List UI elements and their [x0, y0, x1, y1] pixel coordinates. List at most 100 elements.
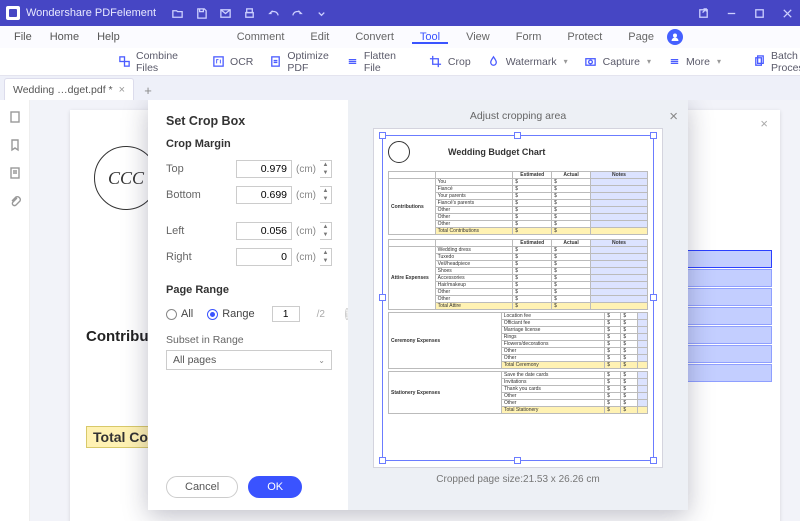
redo-icon[interactable]	[290, 6, 304, 20]
crop-margin-heading: Crop Margin	[166, 138, 332, 150]
tab-view[interactable]: View	[453, 31, 503, 43]
crop-handle[interactable]	[650, 457, 657, 464]
bottom-label: Bottom	[166, 189, 210, 201]
crop-handle[interactable]	[379, 132, 386, 139]
more-icon	[667, 55, 681, 69]
tab-edit[interactable]: Edit	[297, 31, 342, 43]
top-input[interactable]	[236, 160, 292, 178]
chevron-down-icon: ▾	[564, 57, 568, 66]
chevron-down-icon: ⌄	[318, 356, 325, 365]
tab-protect[interactable]: Protect	[554, 31, 615, 43]
range-input[interactable]	[272, 306, 300, 322]
radio-range[interactable]: Range	[207, 308, 254, 320]
minimize-icon[interactable]	[724, 6, 738, 20]
bottom-stepper[interactable]: ▲▼	[320, 186, 332, 204]
unit-label: (cm)	[296, 164, 316, 175]
search-side-icon[interactable]	[8, 166, 22, 180]
tool-combine[interactable]: Combine Files	[118, 50, 179, 74]
tab-comment[interactable]: Comment	[224, 31, 298, 43]
cancel-button[interactable]: Cancel	[166, 476, 238, 498]
titlebar: Wondershare PDFelement	[0, 0, 800, 26]
crop-dialog: Set Crop Box Crop Margin Top (cm) ▲▼ Bot…	[148, 100, 688, 510]
undo-icon[interactable]	[266, 6, 280, 20]
dialog-title: Set Crop Box	[166, 114, 332, 128]
watermark-icon	[487, 55, 501, 69]
thumbnails-icon[interactable]	[8, 110, 22, 124]
radio-all[interactable]: All	[166, 308, 193, 320]
left-label: Left	[166, 225, 210, 237]
tab-close-icon[interactable]: ×	[119, 84, 125, 96]
crop-handle[interactable]	[379, 294, 386, 301]
maximize-icon[interactable]	[752, 6, 766, 20]
right-input[interactable]	[236, 248, 292, 266]
crop-icon	[429, 55, 443, 69]
preview-page: Wedding Budget Chart EstimatedActualNote…	[388, 141, 648, 455]
titlebar-chevron-icon[interactable]	[314, 6, 328, 20]
attachment-icon[interactable]	[8, 194, 22, 208]
avatar[interactable]	[667, 29, 683, 45]
top-stepper[interactable]: ▲▼	[320, 160, 332, 178]
tool-watermark[interactable]: Watermark▾	[487, 55, 568, 69]
tab-form[interactable]: Form	[503, 31, 555, 43]
range-total: /2	[317, 309, 325, 320]
crop-handle[interactable]	[379, 457, 386, 464]
tool-crop[interactable]: Crop	[429, 55, 471, 69]
page-close-icon[interactable]: ×	[760, 116, 768, 131]
unit-label: (cm)	[296, 226, 316, 237]
tool-ocr[interactable]: OCR	[211, 55, 253, 69]
tool-capture[interactable]: Capture▾	[584, 55, 651, 69]
popout-icon[interactable]	[696, 6, 710, 20]
crop-handle[interactable]	[514, 132, 521, 139]
tool-more[interactable]: More▾	[667, 55, 721, 69]
flatten-icon	[346, 55, 359, 69]
batch-icon	[753, 55, 766, 69]
crop-size-label: Cropped page size:21.53 x 26.26 cm	[436, 474, 599, 485]
subset-select[interactable]: All pages ⌄	[166, 350, 332, 370]
tab-convert[interactable]: Convert	[342, 31, 407, 43]
menu-help[interactable]: Help	[97, 31, 120, 43]
optimize-icon	[269, 55, 282, 69]
tool-optimize[interactable]: Optimize PDF	[269, 50, 329, 74]
document-tabs: Wedding …dget.pdf * × +	[0, 76, 800, 100]
right-stepper[interactable]: ▲▼	[320, 248, 332, 266]
document-tab-label: Wedding …dget.pdf *	[13, 84, 113, 96]
app-logo	[6, 6, 20, 20]
menu-home[interactable]: Home	[50, 31, 79, 43]
chevron-down-icon: ▾	[717, 57, 721, 66]
crop-preview[interactable]: Wedding Budget Chart EstimatedActualNote…	[373, 128, 663, 468]
crop-handle[interactable]	[650, 294, 657, 301]
tab-page[interactable]: Page	[615, 31, 667, 43]
dialog-close-icon[interactable]: ×	[669, 108, 678, 125]
left-stepper[interactable]: ▲▼	[320, 222, 332, 240]
app-name: Wondershare PDFelement	[26, 7, 156, 19]
tool-batch[interactable]: Batch Process	[753, 50, 800, 74]
mail-icon[interactable]	[218, 6, 232, 20]
unit-label: (cm)	[296, 252, 316, 263]
unit-label: (cm)	[296, 190, 316, 201]
close-icon[interactable]	[780, 6, 794, 20]
document-tab[interactable]: Wedding …dget.pdf * ×	[4, 78, 134, 100]
save-icon[interactable]	[194, 6, 208, 20]
bookmark-icon[interactable]	[8, 138, 22, 152]
print-icon[interactable]	[242, 6, 256, 20]
preview-label: Adjust cropping area	[470, 110, 566, 122]
subset-label: Subset in Range	[166, 334, 332, 346]
workspace: × CCC Contributions Total Contributions …	[0, 100, 800, 521]
add-tab-button[interactable]: +	[138, 80, 158, 100]
right-label: Right	[166, 251, 210, 263]
crop-handle[interactable]	[650, 132, 657, 139]
capture-icon	[584, 55, 598, 69]
left-input[interactable]	[236, 222, 292, 240]
top-label: Top	[166, 163, 210, 175]
crop-handle[interactable]	[514, 457, 521, 464]
tab-tool[interactable]: Tool	[407, 31, 453, 43]
canvas[interactable]: × CCC Contributions Total Contributions …	[30, 100, 800, 521]
combine-icon	[118, 55, 131, 69]
tool-flatten[interactable]: Flatten File	[346, 50, 397, 74]
open-icon[interactable]	[170, 6, 184, 20]
ok-button[interactable]: OK	[248, 476, 302, 498]
tool-row: Combine Files OCR Optimize PDF Flatten F…	[0, 48, 800, 76]
bottom-input[interactable]	[236, 186, 292, 204]
menu-file[interactable]: File	[14, 31, 32, 43]
side-toolbar	[0, 100, 30, 521]
